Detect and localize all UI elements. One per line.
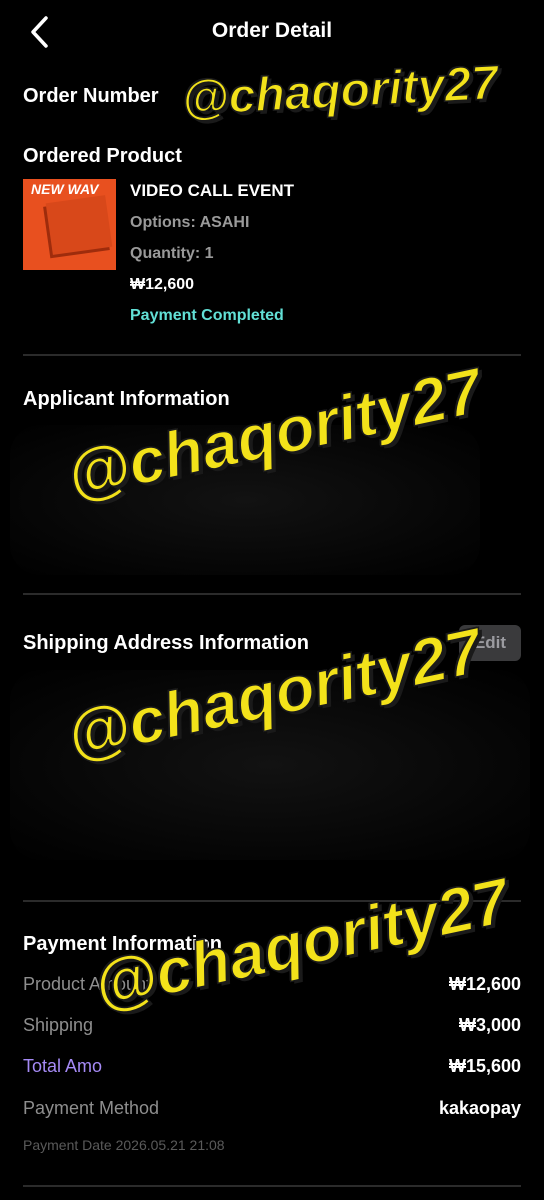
shipping-fee-label: Shipping	[23, 1015, 94, 1035]
divider	[23, 593, 521, 595]
divider	[23, 354, 521, 356]
ordered-product-label: Ordered Product	[23, 145, 182, 167]
total-amount-label: Total Amo	[23, 1056, 103, 1076]
divider	[23, 1185, 521, 1187]
album-cover-shape	[45, 195, 113, 255]
product-amount-value: ₩12,600	[448, 974, 521, 994]
applicant-info-label: Applicant Information	[23, 388, 230, 410]
thumbnail-text: NEW WAV	[31, 181, 99, 197]
total-amount-value: ₩15,600	[448, 1056, 521, 1076]
product-name: VIDEO CALL EVENT	[130, 181, 295, 200]
header: Order Detail	[0, 0, 544, 64]
product-quantity: Quantity: 1	[130, 245, 214, 262]
payment-date: Payment Date 2026.05.21 21:08	[23, 1137, 225, 1153]
watermark-text: @chaqority27	[87, 863, 516, 1023]
shipping-info-label: Shipping Address Information	[23, 632, 309, 654]
watermark-text: @chaqority27	[180, 56, 500, 127]
payment-method-label: Payment Method	[23, 1098, 160, 1118]
order-number-label: Order Number	[23, 85, 159, 107]
shipping-fee-value: ₩3,000	[458, 1015, 521, 1035]
product-price: ₩12,600	[130, 276, 195, 293]
page-title: Order Detail	[211, 19, 333, 42]
product-thumbnail[interactable]: NEW WAV	[23, 179, 116, 270]
payment-method-value: kakaopay	[438, 1098, 521, 1118]
payment-status: Payment Completed	[130, 307, 284, 324]
product-options: Options: ASAHI	[130, 214, 250, 231]
